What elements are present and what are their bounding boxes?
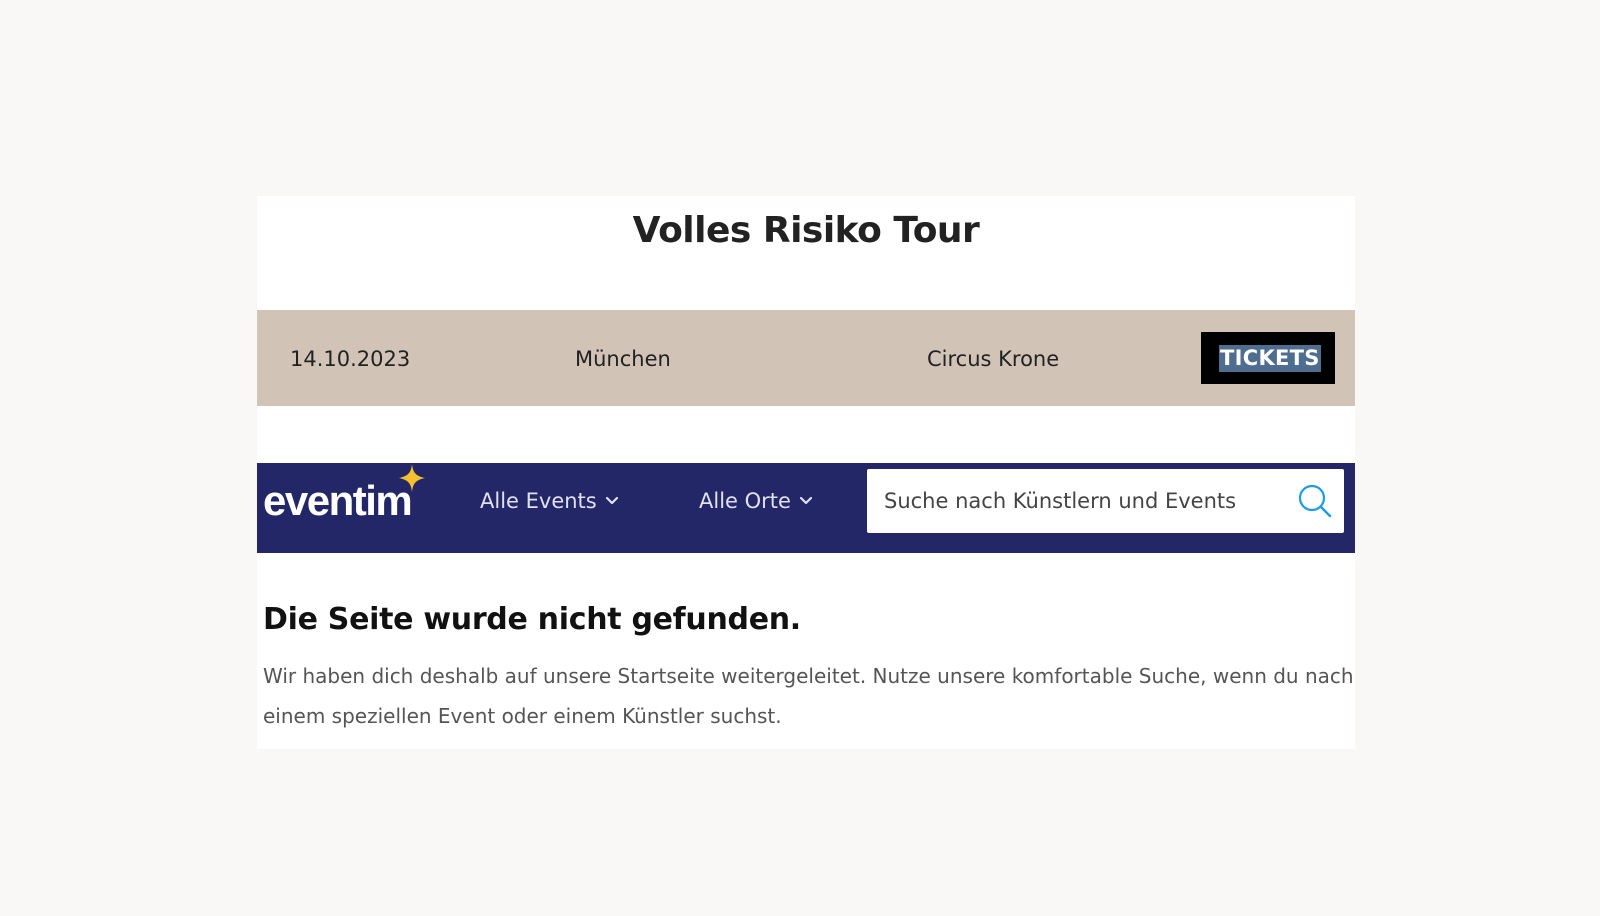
- eventim-header: eventim Alle Events Alle Orte: [257, 463, 1355, 553]
- tour-title: Volles Risiko Tour: [632, 210, 980, 251]
- tickets-button-label: TICKETS: [1219, 345, 1321, 372]
- error-title: Die Seite wurde nicht gefunden.: [263, 602, 801, 637]
- search-box: [867, 469, 1344, 533]
- search-icon[interactable]: [1297, 483, 1333, 519]
- nav-all-events-label: Alle Events: [480, 489, 597, 513]
- content-card: Volles Risiko Tour 14.10.2023 München Ci…: [257, 196, 1355, 749]
- search-input[interactable]: [867, 469, 1287, 533]
- nav-all-events[interactable]: Alle Events: [480, 489, 619, 513]
- event-city: München: [575, 347, 671, 371]
- tickets-button[interactable]: TICKETS: [1201, 332, 1335, 384]
- event-row: 14.10.2023 München Circus Krone TICKETS: [257, 310, 1355, 406]
- error-message: Wir haben dich deshalb auf unsere Starts…: [263, 664, 1354, 728]
- eventim-logo[interactable]: eventim: [263, 477, 413, 525]
- star-icon: [399, 464, 425, 492]
- nav-all-places[interactable]: Alle Orte: [699, 489, 813, 513]
- event-date: 14.10.2023: [290, 347, 411, 371]
- chevron-down-icon: [605, 496, 618, 505]
- event-venue: Circus Krone: [927, 347, 1060, 371]
- chevron-down-icon: [799, 496, 813, 505]
- nav-all-places-label: Alle Orte: [699, 489, 791, 513]
